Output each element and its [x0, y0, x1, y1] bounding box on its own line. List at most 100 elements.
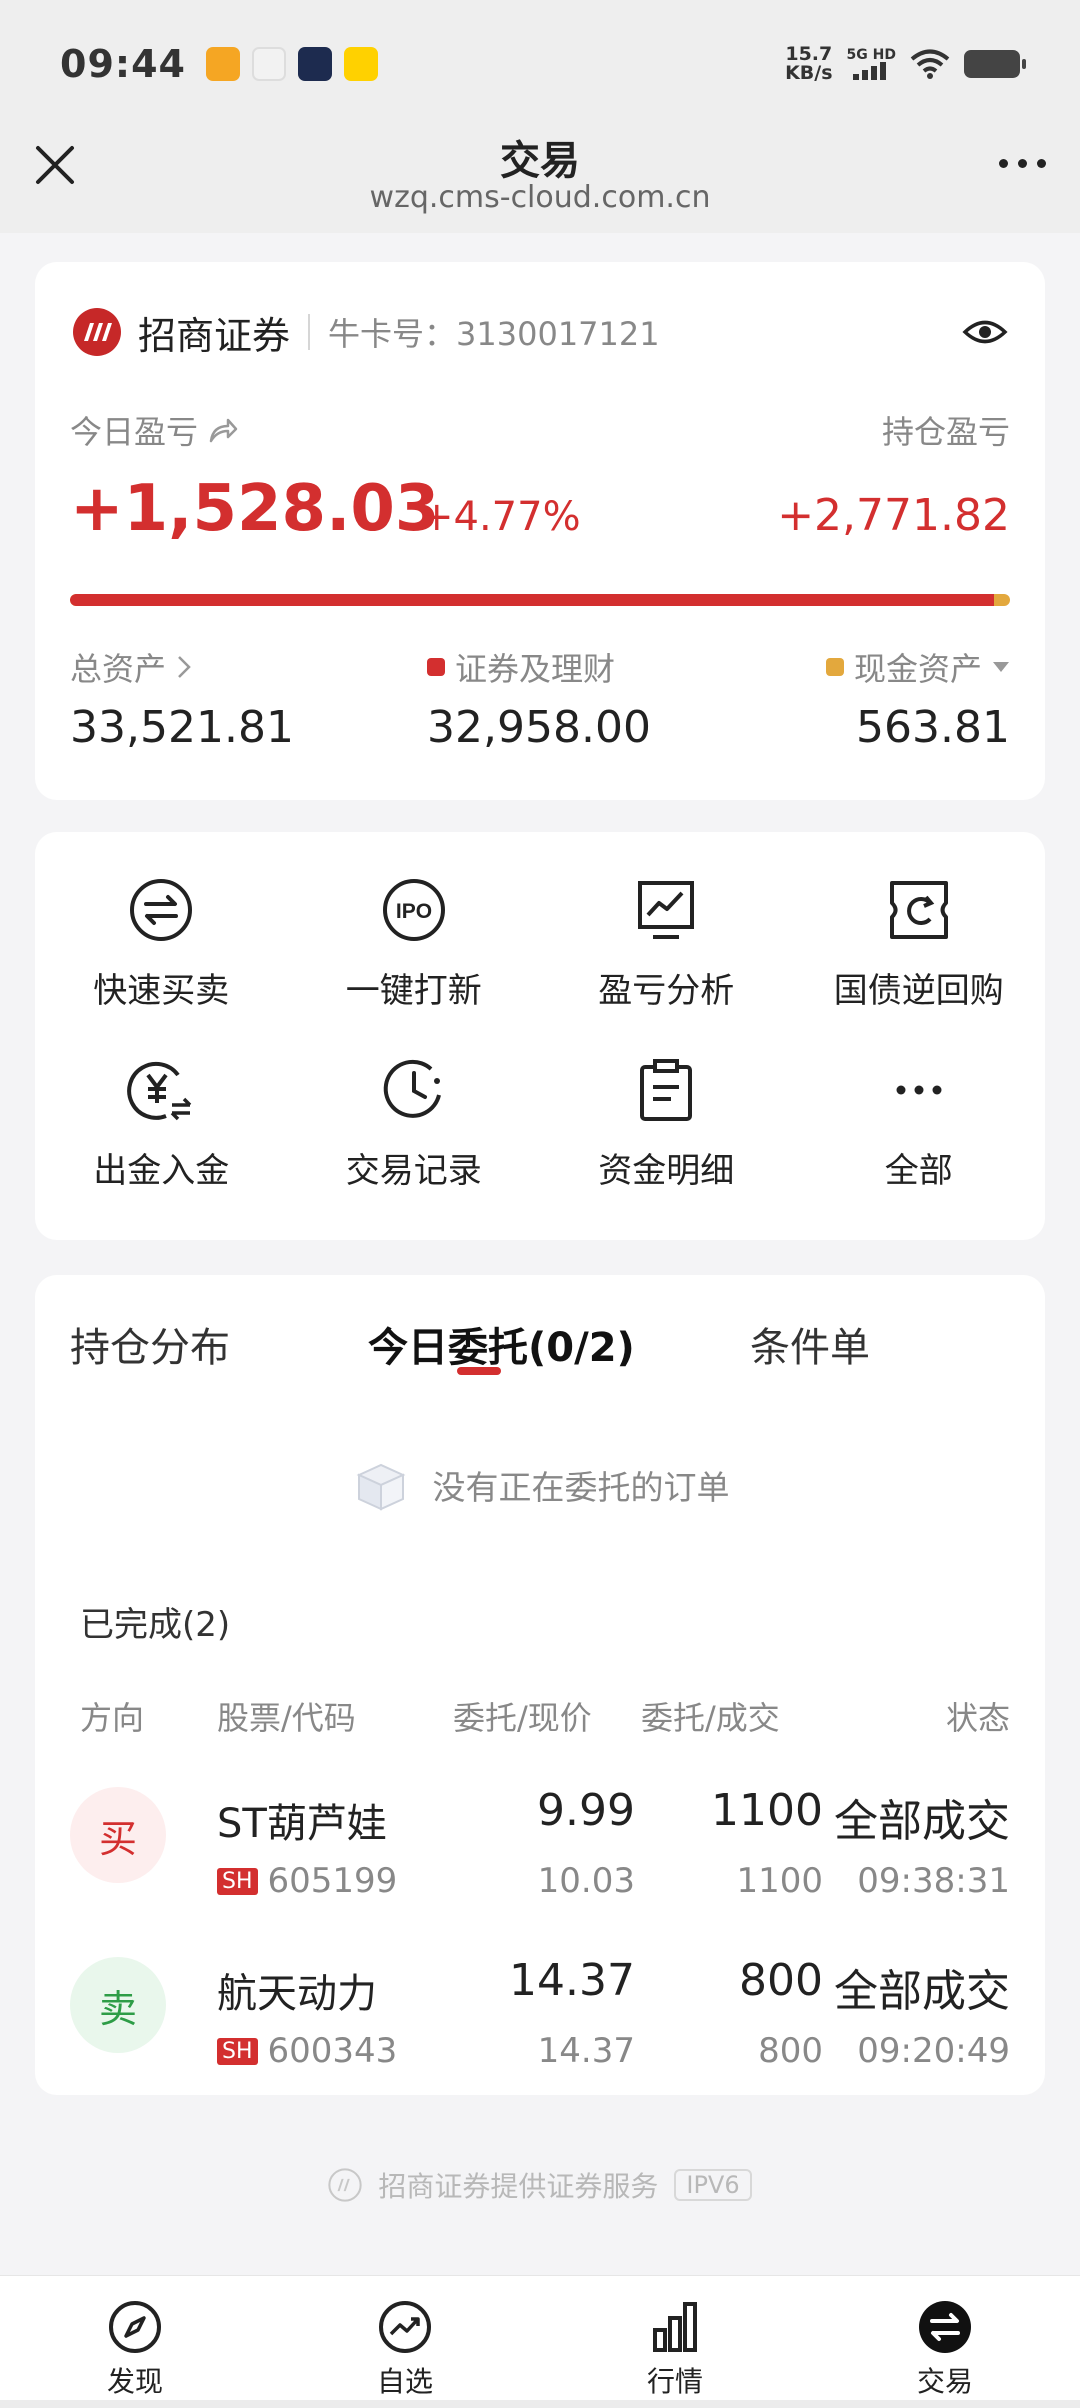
stock-code-row: SH 605199 [217, 1861, 397, 1901]
account-card: 招商证券 牛卡号：3130017121 今日盈亏 持仓盈亏 +1,528.03 … [35, 262, 1045, 800]
stock-code: 600343 [267, 2031, 398, 2071]
securities-label-text: 证券及理财 [455, 650, 616, 688]
header-price: 委托/现价 [453, 1699, 592, 1737]
stock-name: ST葫芦娃 [217, 1801, 387, 1847]
service-note-text: 招商证券提供证券服务 [378, 2170, 659, 2203]
clipboard-icon [640, 1059, 693, 1121]
status-bar: 09:44 15.7 KB/s 5G HD [0, 0, 1080, 128]
nav-market[interactable]: 行情 [540, 2276, 810, 2408]
function-label: 全部 [884, 1151, 953, 1191]
ipo-icon: IPO [382, 879, 445, 941]
header-status: 状态 [945, 1699, 1010, 1737]
header-stock: 股票/代码 [217, 1699, 356, 1737]
eye-icon[interactable] [962, 309, 1008, 355]
securities-label: 证券及理财 [427, 644, 615, 690]
swap-icon [130, 879, 193, 941]
function-fund-details[interactable]: 资金明细 [540, 1037, 793, 1217]
tab-today-orders[interactable]: 今日委托(0/2) [368, 1315, 635, 1373]
table-row[interactable]: 卖 航天动力 SH 600343 14.37 14.37 800 800 全部成… [35, 1933, 1045, 2103]
card-number: 牛卡号：3130017121 [328, 315, 660, 353]
nav-label: 自选 [376, 2365, 433, 2398]
notification-icons [205, 47, 378, 81]
chevron-right-icon [178, 656, 191, 678]
order-time: 09:38:31 [857, 1861, 1010, 1901]
filled-quantity: 800 [758, 2031, 823, 2071]
nav-trade[interactable]: 交易 [810, 2276, 1080, 2408]
stock-code: 605199 [267, 1861, 398, 1901]
nav-watchlist[interactable]: 自选 [270, 2276, 540, 2408]
today-pl-label[interactable]: 今日盈亏 [70, 407, 238, 453]
function-quick-trade[interactable]: 快速买卖 [35, 857, 288, 1037]
empty-box-icon [356, 1463, 405, 1511]
broker-logo-icon [328, 2168, 363, 2202]
function-reverse-repo[interactable]: 国债逆回购 [793, 857, 1046, 1037]
functions-card: 快速买卖 IPO 一键打新 盈亏分析 国债逆回购 出金入金 交易记录 资金明细 [35, 832, 1045, 1240]
function-label: 快速买卖 [93, 971, 230, 1011]
function-all[interactable]: 全部 [793, 1037, 1046, 1217]
broker-name: 招商证券 [138, 313, 291, 358]
status-time: 09:44 [60, 42, 186, 86]
share-icon[interactable] [208, 416, 238, 444]
function-label: 交易记录 [345, 1151, 482, 1191]
network-type: 5G HD [846, 47, 896, 63]
function-label: 国债逆回购 [833, 971, 1004, 1011]
order-price: 9.99 [537, 1785, 635, 1836]
stock-name: 航天动力 [217, 1971, 377, 2017]
ipv6-badge: IPV6 [674, 2169, 752, 2201]
function-label: 一键打新 [345, 971, 482, 1011]
function-label: 资金明细 [598, 1151, 735, 1191]
cellular-signal-icon: 5G HD [847, 48, 896, 80]
tab-positions[interactable]: 持仓分布 [70, 1315, 230, 1373]
function-deposit-withdraw[interactable]: 出金入金 [35, 1037, 288, 1217]
today-pl-label-text: 今日盈亏 [70, 413, 199, 451]
hold-pl-label: 持仓盈亏 [881, 413, 1010, 451]
battery-icon [964, 50, 1026, 78]
securities-value: 32,958.00 [427, 702, 651, 753]
active-tab-indicator [457, 1367, 501, 1375]
video-app-icon [205, 47, 240, 81]
page-title: 交易 [500, 138, 580, 184]
function-label: 盈亏分析 [598, 971, 735, 1011]
more-menu-button[interactable] [994, 148, 1050, 178]
completed-title: 已完成(2) [80, 1605, 231, 1645]
trade-icon [919, 2301, 971, 2353]
today-pl-percent: +4.77% [420, 494, 581, 540]
securities-legend-icon [427, 658, 445, 676]
market-tag: SH [217, 2037, 258, 2065]
function-ipo[interactable]: IPO 一键打新 [288, 857, 541, 1037]
total-assets-label[interactable]: 总资产 [70, 644, 192, 690]
nav-label: 行情 [646, 2365, 703, 2398]
net-speed-unit: KB/s [785, 62, 833, 84]
securities-ratio-fill [70, 594, 995, 606]
more-dot-icon [998, 158, 1008, 168]
nav-discover[interactable]: 发现 [0, 2276, 270, 2408]
cash-label[interactable]: 现金资产 [825, 644, 1010, 690]
direction-badge: 买 [70, 1787, 166, 1883]
order-quantity: 800 [739, 1955, 823, 2006]
triangle-down-icon [993, 662, 1009, 672]
broker-logo-icon [73, 308, 121, 356]
chart-monitor-icon [638, 881, 695, 939]
order-quantity: 1100 [711, 1785, 823, 1836]
compass-icon [109, 2301, 161, 2353]
bottom-nav: 发现 自选 行情 交易 [0, 2275, 1080, 2408]
total-assets-label-text: 总资产 [70, 650, 167, 688]
meituan-app-icon [343, 47, 378, 81]
more-dot-icon [1017, 158, 1027, 168]
tab-conditional-orders[interactable]: 条件单 [750, 1315, 870, 1373]
header-direction: 方向 [80, 1699, 145, 1737]
net-speed: 15.7 KB/s [785, 45, 832, 83]
function-trade-records[interactable]: 交易记录 [288, 1037, 541, 1217]
bar-chart-icon [653, 2302, 697, 2352]
header-quantity: 委托/成交 [641, 1699, 780, 1737]
repo-icon [889, 881, 948, 939]
gesture-bar [0, 2400, 1080, 2408]
current-price: 14.37 [537, 2031, 635, 2071]
direction-badge: 卖 [70, 1957, 166, 2053]
trend-icon [379, 2301, 431, 2353]
table-row[interactable]: 买 ST葫芦娃 SH 605199 9.99 10.03 1100 1100 全… [35, 1763, 1045, 1933]
function-label: 出金入金 [93, 1151, 230, 1191]
function-pl-analysis[interactable]: 盈亏分析 [540, 857, 793, 1037]
clock-icon [383, 1059, 441, 1118]
cash-legend-icon [825, 658, 844, 676]
